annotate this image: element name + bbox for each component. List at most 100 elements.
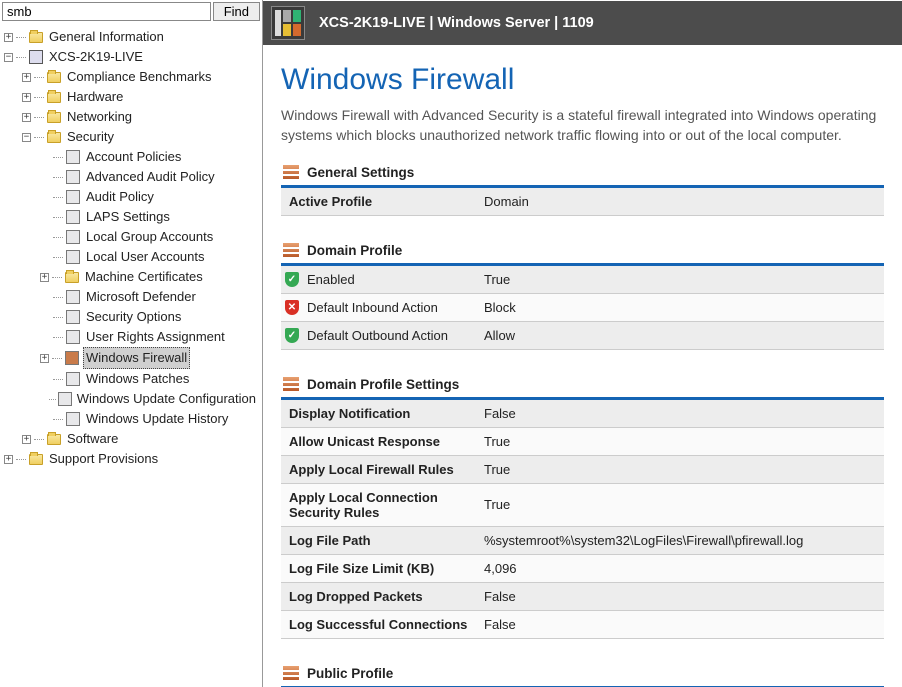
folder-icon xyxy=(46,129,62,145)
status-icon-cell: ✕ xyxy=(281,293,299,321)
tree-item-account-policies[interactable]: Account Policies xyxy=(4,147,258,167)
table-row: Log Successful ConnectionsFalse xyxy=(281,610,884,638)
tree-label: Compliance Benchmarks xyxy=(65,67,214,87)
row-value: %systemroot%\system32\LogFiles\Firewall\… xyxy=(476,526,884,554)
find-button[interactable]: Find xyxy=(213,2,260,21)
rights-icon xyxy=(65,329,81,345)
tree-label: Security xyxy=(65,127,116,147)
tree-item-machine-certs[interactable]: + Machine Certificates xyxy=(4,267,258,287)
domain-profile-table: ✓ Enabled True ✕ Default Inbound Action … xyxy=(281,266,884,350)
row-label: Log Dropped Packets xyxy=(281,582,476,610)
section-general-settings: General Settings xyxy=(281,160,884,188)
expand-icon[interactable]: + xyxy=(4,33,13,42)
expand-icon[interactable]: + xyxy=(22,93,31,102)
tree-item-compliance[interactable]: + Compliance Benchmarks xyxy=(4,67,258,87)
tree-label: Windows Update History xyxy=(84,409,230,429)
nav-tree[interactable]: + General Information − XCS-2K19-LIVE + … xyxy=(0,23,262,687)
expand-icon[interactable]: + xyxy=(40,354,49,363)
tree-label: Software xyxy=(65,429,120,449)
history-icon xyxy=(65,411,81,427)
search-bar: Find xyxy=(0,0,262,23)
tree-item-patches[interactable]: Windows Patches xyxy=(4,369,258,389)
tree-item-audit-policy[interactable]: Audit Policy xyxy=(4,187,258,207)
row-label: Apply Local Firewall Rules xyxy=(281,455,476,483)
section-domain-profile: Domain Profile xyxy=(281,238,884,266)
collapse-icon[interactable]: − xyxy=(4,53,13,62)
audit-icon xyxy=(65,189,81,205)
expand-icon[interactable]: + xyxy=(4,455,13,464)
row-label: Active Profile xyxy=(281,188,476,216)
row-label: Allow Unicast Response xyxy=(281,427,476,455)
tree-label: LAPS Settings xyxy=(84,207,172,227)
user-icon xyxy=(65,249,81,265)
table-row: Apply Local Connection Security RulesTru… xyxy=(281,483,884,526)
tree-item-windows-firewall[interactable]: + Windows Firewall xyxy=(4,347,258,369)
group-icon xyxy=(65,229,81,245)
settings-icon xyxy=(65,209,81,225)
content-scroll[interactable]: XCS-2K19-LIVE | Windows Server | 1109 Wi… xyxy=(263,0,902,687)
tree-item-laps[interactable]: LAPS Settings xyxy=(4,207,258,227)
shield-icon xyxy=(65,289,81,305)
tree-item-general-info[interactable]: + General Information xyxy=(4,27,258,47)
section-title-text: Domain Profile xyxy=(307,243,402,258)
search-input[interactable] xyxy=(2,2,211,21)
tree-label: General Information xyxy=(47,27,166,47)
firewall-icon xyxy=(283,243,299,257)
tree-label: Advanced Audit Policy xyxy=(84,167,217,187)
page-header: XCS-2K19-LIVE | Windows Server | 1109 xyxy=(263,1,902,45)
tree-label: Windows Patches xyxy=(84,369,191,389)
firewall-icon xyxy=(283,666,299,680)
row-value: Block xyxy=(476,293,884,321)
collapse-icon[interactable]: − xyxy=(22,133,31,142)
row-value: Allow xyxy=(476,321,884,349)
tree-item-hardware[interactable]: + Hardware xyxy=(4,87,258,107)
tree-label: Networking xyxy=(65,107,134,127)
expand-icon[interactable]: + xyxy=(22,113,31,122)
tree-label-selected: Windows Firewall xyxy=(83,347,190,369)
tree-item-networking[interactable]: + Networking xyxy=(4,107,258,127)
policy-icon xyxy=(65,149,81,165)
expand-icon[interactable]: + xyxy=(22,435,31,444)
section-domain-settings: Domain Profile Settings xyxy=(281,372,884,400)
header-title: XCS-2K19-LIVE | Windows Server | 1109 xyxy=(319,15,594,31)
tree-label: Local User Accounts xyxy=(84,247,207,267)
folder-icon xyxy=(46,69,62,85)
tree-item-wu-history[interactable]: Windows Update History xyxy=(4,409,258,429)
expand-icon[interactable]: + xyxy=(40,273,49,282)
tree-item-local-user[interactable]: Local User Accounts xyxy=(4,247,258,267)
row-label: Log Successful Connections xyxy=(281,610,476,638)
row-value: True xyxy=(476,266,884,294)
row-label: Default Inbound Action xyxy=(299,293,476,321)
row-value: True xyxy=(476,455,884,483)
tree-item-user-rights[interactable]: User Rights Assignment xyxy=(4,327,258,347)
table-row: ✓ Enabled True xyxy=(281,266,884,294)
section-title-text: Domain Profile Settings xyxy=(307,377,459,392)
tree-item-security[interactable]: − Security xyxy=(4,127,258,147)
status-icon-cell: ✓ xyxy=(281,321,299,349)
tree-label: Hardware xyxy=(65,87,125,107)
section-title-text: Public Profile xyxy=(307,666,393,681)
table-row: Log Dropped PacketsFalse xyxy=(281,582,884,610)
folder-icon xyxy=(28,29,44,45)
tree-item-support[interactable]: + Support Provisions xyxy=(4,449,258,469)
tree-item-advanced-audit[interactable]: Advanced Audit Policy xyxy=(4,167,258,187)
row-value: False xyxy=(476,582,884,610)
row-label: Enabled xyxy=(299,266,476,294)
tree-item-server[interactable]: − XCS-2K19-LIVE xyxy=(4,47,258,67)
domain-settings-table: Display NotificationFalse Allow Unicast … xyxy=(281,400,884,639)
tree-item-security-options[interactable]: Security Options xyxy=(4,307,258,327)
tree-item-defender[interactable]: Microsoft Defender xyxy=(4,287,258,307)
tree-item-wu-config[interactable]: Windows Update Configuration xyxy=(4,389,258,409)
tree-label: XCS-2K19-LIVE xyxy=(47,47,145,67)
tree-item-local-group[interactable]: Local Group Accounts xyxy=(4,227,258,247)
shield-ok-icon: ✓ xyxy=(285,272,299,287)
table-row: Log File Size Limit (KB)4,096 xyxy=(281,554,884,582)
general-settings-table: Active Profile Domain xyxy=(281,188,884,216)
expand-icon[interactable]: + xyxy=(22,73,31,82)
patches-icon xyxy=(65,371,81,387)
tree-label: Support Provisions xyxy=(47,449,160,469)
tree-item-software[interactable]: + Software xyxy=(4,429,258,449)
table-row: Log File Path%systemroot%\system32\LogFi… xyxy=(281,526,884,554)
server-icon xyxy=(28,49,44,65)
row-value: False xyxy=(476,610,884,638)
